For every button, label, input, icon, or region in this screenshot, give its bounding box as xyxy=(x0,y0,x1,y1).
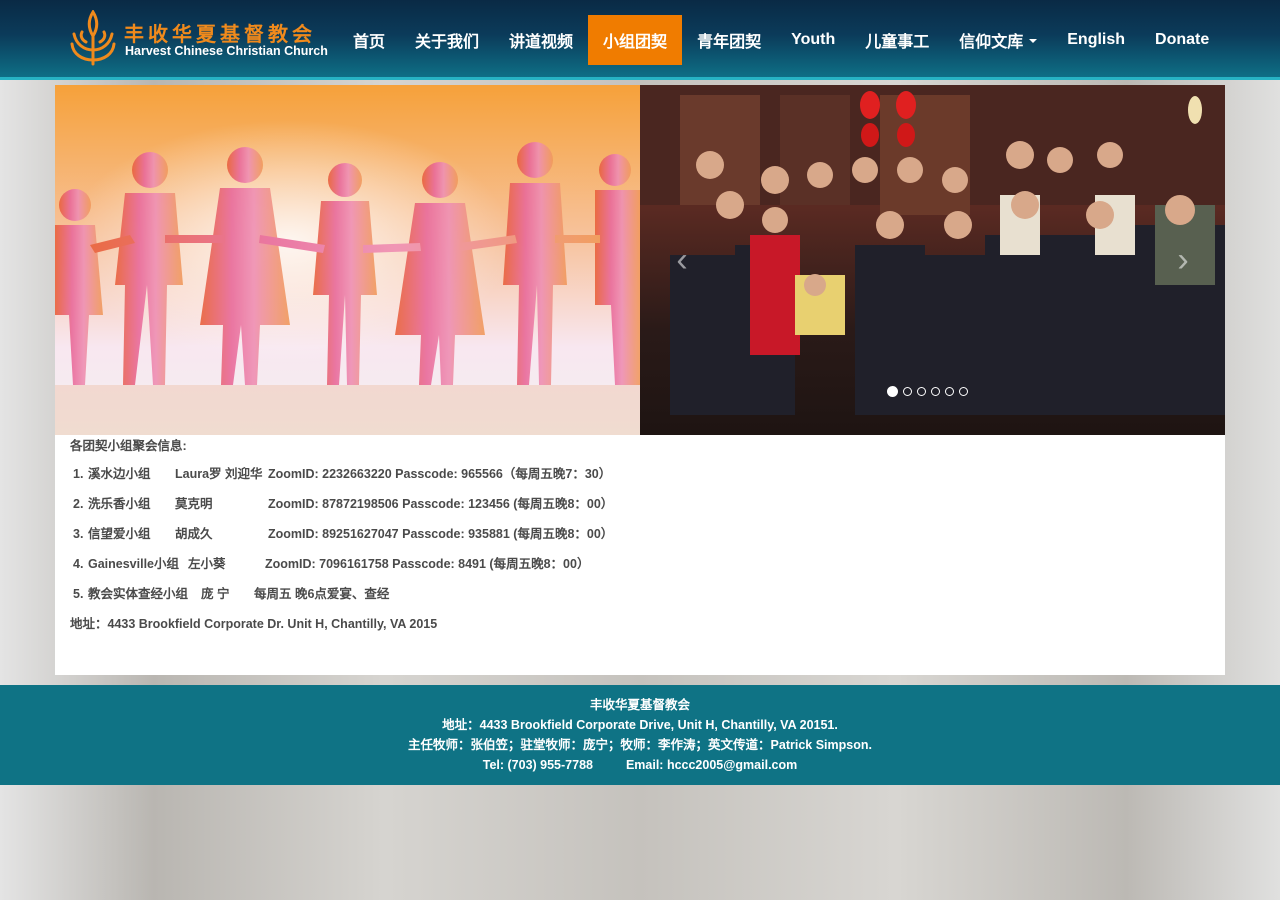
group-number: 3. xyxy=(73,527,84,541)
nav-small-groups[interactable]: 小组团契 xyxy=(588,15,683,65)
paper-figure xyxy=(55,189,103,385)
footer-address: 地址：4433 Brookfield Corporate Drive, Unit… xyxy=(442,718,838,732)
carousel-indicator-1[interactable] xyxy=(887,386,898,397)
group-name: 洗乐香小组 xyxy=(88,497,151,511)
group-number: 2. xyxy=(73,497,84,511)
footer-phone: Tel: (703) 955-7788 xyxy=(482,758,593,772)
group-number: 4. xyxy=(73,557,84,571)
list-item: 5. 教会实体查经小组 庞 宁 每周五 晚6点爱宴、查经 xyxy=(70,579,870,609)
carousel-indicator-4[interactable] xyxy=(931,387,940,396)
paper-figure xyxy=(595,154,640,385)
footer-contact: Tel: (703) 955-7788 Email: hccc2005@gmai… xyxy=(0,755,1280,775)
groups-title: 各团契小组聚会信息: xyxy=(70,439,187,453)
chevron-right-icon: › xyxy=(1177,241,1189,279)
paper-figure xyxy=(313,163,377,385)
carousel-indicator-2[interactable] xyxy=(903,387,912,396)
nav-sermon-videos[interactable]: 讲道视频 xyxy=(494,15,588,65)
group-photo-image xyxy=(640,85,1225,435)
list-item: 3. 信望爱小组 胡成久 ZoomID: 89251627047 Passcod… xyxy=(70,519,870,549)
group-meeting-info: 各团契小组聚会信息: 1. 溪水边小组 Laura罗 刘迎华 ZoomID: 2… xyxy=(70,437,870,639)
group-meeting-details: ZoomID: 7096161758 Passcode: 8491 (每周五晚8… xyxy=(265,557,590,571)
paper-figure xyxy=(115,152,183,385)
wheat-logo-icon xyxy=(70,10,116,66)
church-members-photo xyxy=(640,85,1225,415)
nav-faith-library-label: 信仰文库 xyxy=(959,34,1024,51)
carousel-next-button[interactable]: › xyxy=(1168,240,1198,280)
top-navbar: 丰收华夏基督教会 Harvest Chinese Christian Churc… xyxy=(0,0,1280,80)
nav-english[interactable]: English xyxy=(1052,15,1140,65)
carousel-indicator-6[interactable] xyxy=(959,387,968,396)
nav-english-label: English xyxy=(1067,31,1126,48)
group-name: 信望爱小组 xyxy=(88,527,151,541)
group-meeting-details: ZoomID: 87872198506 Passcode: 123456 (每周… xyxy=(268,497,614,511)
footer-email[interactable]: Email: hccc2005@gmail.com xyxy=(626,758,797,772)
group-name: Gainesville小组 xyxy=(88,557,180,571)
church-address: 地址：4433 Brookfield Corporate Dr. Unit H,… xyxy=(70,617,438,631)
group-name: 教会实体查经小组 xyxy=(88,587,189,601)
carousel-indicator-5[interactable] xyxy=(945,387,954,396)
main-content: ‹ › 各团契小组聚会信息: 1. 溪水边小组 Laura罗 刘迎华 ZoomI… xyxy=(55,85,1225,675)
list-item: 2. 洗乐香小组 莫克明 ZoomID: 87872198506 Passcod… xyxy=(70,489,870,519)
group-number: 1. xyxy=(73,467,84,481)
nav-children-ministry-label: 儿童事工 xyxy=(865,34,930,51)
logo-chinese-name: 丰收华夏基督教会 xyxy=(124,24,316,46)
list-item: 4. Gainesville小组 左小葵 ZoomID: 7096161758 … xyxy=(70,549,870,579)
church-logo[interactable]: 丰收华夏基督教会 Harvest Chinese Christian Churc… xyxy=(70,10,330,68)
chevron-left-icon: ‹ xyxy=(676,241,688,279)
nav-faith-library-dropdown[interactable]: 信仰文库 xyxy=(944,15,1052,65)
image-carousel: ‹ › xyxy=(55,85,1225,435)
group-leader: 莫克明 xyxy=(175,497,213,511)
main-nav: 首页 关于我们 讲道视频 小组团契 青年团契 Youth 儿童事工 信仰文库 E… xyxy=(338,15,1224,65)
paper-figure xyxy=(395,162,485,385)
nav-children-ministry[interactable]: 儿童事工 xyxy=(850,15,944,65)
nav-youth-label: Youth xyxy=(791,31,836,48)
footer-staff: 主任牧师：张伯笠；驻堂牧师：庞宁；牧师：李作涛；英文传道：Patrick Sim… xyxy=(408,738,872,752)
group-leader: 左小葵 xyxy=(188,557,226,571)
carousel-indicator-3[interactable] xyxy=(917,387,926,396)
logo-english-name: Harvest Chinese Christian Church xyxy=(125,44,328,58)
paper-people-image xyxy=(55,85,640,435)
carousel-indicators xyxy=(887,386,968,397)
nav-sermon-videos-label: 讲道视频 xyxy=(509,34,574,51)
nav-about[interactable]: 关于我们 xyxy=(400,15,494,65)
paper-chain-people-illustration xyxy=(55,142,640,435)
paper-figure xyxy=(200,147,290,385)
group-name: 溪水边小组 xyxy=(88,467,151,481)
footer-church-name: 丰收华夏基督教会 xyxy=(589,698,690,712)
nav-home[interactable]: 首页 xyxy=(338,15,400,65)
nav-about-label: 关于我们 xyxy=(415,34,480,51)
paper-figure xyxy=(503,142,567,385)
nav-home-label: 首页 xyxy=(353,34,386,51)
list-item: 1. 溪水边小组 Laura罗 刘迎华 ZoomID: 2232663220 P… xyxy=(70,459,870,489)
group-leader: Laura罗 刘迎华 xyxy=(175,467,263,481)
nav-young-adults[interactable]: 青年团契 xyxy=(682,15,776,65)
group-number: 5. xyxy=(73,587,84,601)
caret-down-icon xyxy=(1029,39,1038,43)
group-meeting-details: ZoomID: 2232663220 Passcode: 965566（每周五晚… xyxy=(268,467,612,481)
group-meeting-details: 每周五 晚6点爱宴、查经 xyxy=(254,587,390,601)
group-leader: 胡成久 xyxy=(175,527,213,541)
site-footer: 丰收华夏基督教会 地址：4433 Brookfield Corporate Dr… xyxy=(0,685,1280,785)
nav-donate[interactable]: Donate xyxy=(1140,15,1224,65)
nav-young-adults-label: 青年团契 xyxy=(697,34,762,51)
nav-donate-label: Donate xyxy=(1155,31,1210,48)
group-meeting-details: ZoomID: 89251627047 Passcode: 935881 (每周… xyxy=(268,527,614,541)
carousel-prev-button[interactable]: ‹ xyxy=(667,240,697,280)
nav-small-groups-label: 小组团契 xyxy=(603,34,668,51)
group-leader: 庞 宁 xyxy=(201,587,230,601)
nav-youth[interactable]: Youth xyxy=(776,15,850,65)
